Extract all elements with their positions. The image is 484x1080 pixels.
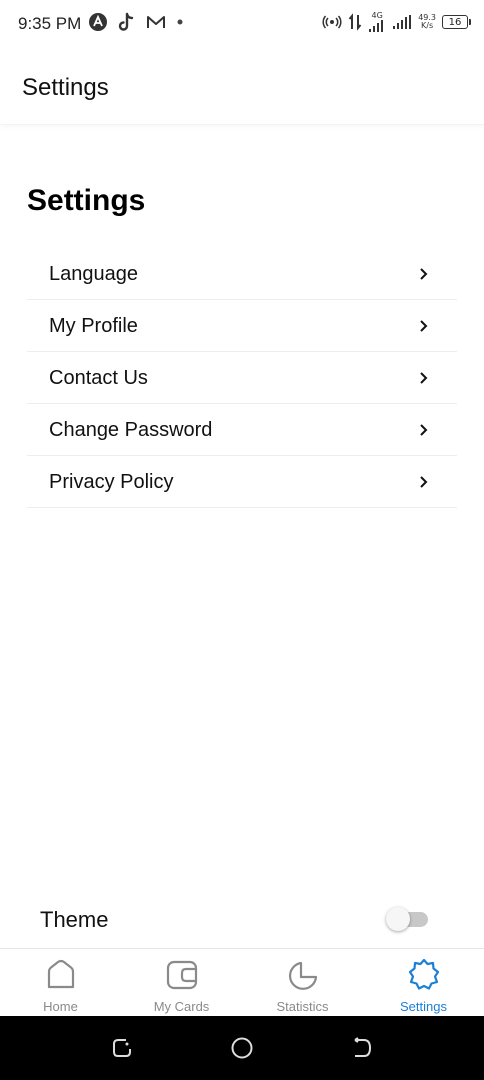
toggle-knob: [386, 907, 410, 931]
app-notification-icon: [89, 13, 107, 31]
menu-item-label: Privacy Policy: [49, 471, 174, 493]
wallet-icon: [166, 960, 197, 990]
theme-label: Theme: [40, 907, 109, 932]
status-time: 9:35 PM: [18, 14, 82, 33]
theme-row: Theme: [0, 897, 484, 947]
gear-icon: [408, 958, 439, 990]
back-icon[interactable]: [350, 1036, 374, 1060]
chevron-right-icon: [420, 476, 428, 488]
page-title: Settings: [27, 184, 146, 217]
pie-chart-icon: [288, 961, 317, 990]
notification-icons: [88, 12, 184, 32]
nav-item-settings[interactable]: Settings: [363, 949, 484, 1017]
data-transfer-icon: [348, 13, 362, 31]
menu-item-contact-us[interactable]: Contact Us: [27, 353, 457, 404]
menu-item-label: Contact Us: [49, 367, 148, 389]
status-bar: 9:35 PM 4G 49.3 K/s 16: [0, 0, 484, 48]
speed-unit: K/s: [421, 21, 434, 30]
signal-icon: [369, 20, 384, 32]
home-button-icon[interactable]: [230, 1036, 254, 1060]
status-indicators: 4G 49.3 K/s 16: [322, 12, 471, 32]
hotspot-icon: [322, 15, 342, 29]
nav-item-my-cards[interactable]: My Cards: [121, 949, 242, 1017]
signal-icon-2: [393, 15, 412, 29]
nav-label: Settings: [400, 999, 447, 1014]
theme-toggle[interactable]: [386, 907, 428, 931]
menu-item-label: Language: [49, 263, 138, 285]
home-icon: [47, 959, 74, 989]
network-type-label: 4G: [371, 11, 383, 20]
nav-item-home[interactable]: Home: [0, 949, 121, 1017]
menu-item-privacy-policy[interactable]: Privacy Policy: [27, 457, 457, 508]
app-header: Settings: [0, 48, 484, 125]
chevron-right-icon: [420, 424, 428, 436]
tiktok-icon: [118, 12, 134, 31]
recent-apps-icon[interactable]: [110, 1036, 134, 1060]
battery-level: 16: [448, 17, 462, 28]
menu-item-label: My Profile: [49, 315, 138, 337]
signal-strength: 4G: [368, 12, 386, 32]
mail-icon: [147, 16, 165, 28]
chevron-right-icon: [420, 268, 428, 280]
menu-item-language[interactable]: Language: [27, 249, 457, 300]
menu-item-my-profile[interactable]: My Profile: [27, 301, 457, 352]
bottom-nav: Home My Cards Statistics Settings: [0, 948, 484, 1017]
network-speed: 49.3 K/s: [418, 14, 436, 30]
system-nav-bar: [0, 1016, 484, 1080]
chevron-right-icon: [420, 372, 428, 384]
battery-icon: 16: [442, 15, 471, 29]
nav-label: Statistics: [276, 999, 329, 1014]
nav-item-statistics[interactable]: Statistics: [242, 949, 363, 1017]
settings-menu: Language My Profile Contact Us Change Pa…: [27, 249, 457, 509]
menu-item-change-password[interactable]: Change Password: [27, 405, 457, 456]
chevron-right-icon: [420, 320, 428, 332]
header-title: Settings: [22, 74, 109, 101]
nav-label: Home: [43, 999, 78, 1014]
menu-item-label: Change Password: [49, 419, 213, 441]
nav-label: My Cards: [153, 999, 210, 1014]
more-dot-icon: [177, 19, 183, 25]
